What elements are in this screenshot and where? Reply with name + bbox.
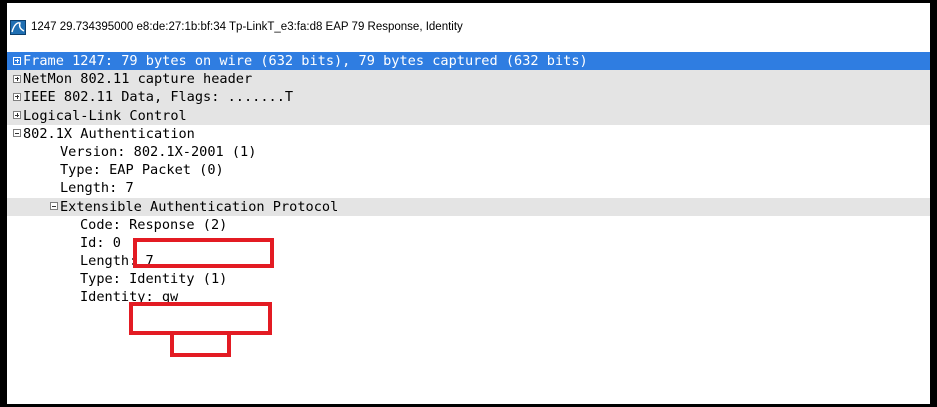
tree-row-netmon-header[interactable]: NetMon 802.11 capture header bbox=[7, 70, 930, 89]
highlight-box-identity bbox=[170, 331, 231, 357]
tree-row-label: Extensible Authentication Protocol bbox=[60, 198, 339, 215]
window-titlebar: 1247 29.734395000 e8:de:27:1b:bf:34 Tp-L… bbox=[7, 16, 930, 38]
tree-row-frame[interactable]: Frame 1247: 79 bytes on wire (632 bits),… bbox=[7, 52, 930, 71]
collapse-minus-icon[interactable] bbox=[13, 129, 21, 138]
frame-border-top bbox=[0, 0, 937, 3]
tree-row-type[interactable]: Type: EAP Packet (0) bbox=[7, 161, 930, 179]
tree-row-label: Type: EAP Packet (0) bbox=[60, 162, 224, 179]
tree-row-label: Id: 0 bbox=[80, 234, 121, 251]
tree-row-label: Code: Response (2) bbox=[80, 216, 228, 233]
tree-row-ieee80211[interactable]: IEEE 802.11 Data, Flags: .......T bbox=[7, 88, 930, 107]
tree-row-label: Length: 7 bbox=[60, 180, 134, 197]
expand-plus-icon[interactable] bbox=[13, 92, 21, 101]
tree-row-eap[interactable]: Extensible Authentication Protocol bbox=[7, 197, 930, 216]
frame-border-right bbox=[930, 0, 937, 407]
window-title: 1247 29.734395000 e8:de:27:1b:bf:34 Tp-L… bbox=[31, 21, 463, 33]
tree-row-8021x[interactable]: 802.1X Authentication bbox=[7, 125, 930, 143]
frame-border-left bbox=[0, 0, 7, 407]
expand-plus-icon[interactable] bbox=[13, 56, 21, 65]
tree-row-label: Frame 1247: 79 bytes on wire (632 bits),… bbox=[23, 53, 588, 69]
tree-row-label: Type: Identity (1) bbox=[80, 271, 228, 288]
tree-row-eap-type[interactable]: Type: Identity (1) bbox=[7, 270, 930, 288]
expand-plus-icon[interactable] bbox=[13, 74, 21, 83]
tree-row-llc[interactable]: Logical-Link Control bbox=[7, 106, 930, 125]
tree-row-label: 802.1X Authentication bbox=[23, 125, 195, 142]
highlight-box-code bbox=[133, 238, 274, 268]
tree-row-label: Logical-Link Control bbox=[23, 107, 187, 124]
collapse-minus-icon[interactable] bbox=[50, 202, 58, 210]
tree-row-label: Version: 802.1X-2001 (1) bbox=[60, 143, 257, 160]
packet-details-tree[interactable]: Frame 1247: 79 bytes on wire (632 bits),… bbox=[7, 52, 930, 307]
wireshark-fin-icon bbox=[10, 19, 26, 35]
tree-row-label: NetMon 802.11 capture header bbox=[23, 71, 253, 88]
tree-row-length[interactable]: Length: 7 bbox=[7, 179, 930, 197]
tree-row-label: IEEE 802.11 Data, Flags: .......T bbox=[23, 89, 294, 106]
tree-row-eap-code[interactable]: Code: Response (2) bbox=[7, 216, 930, 234]
expand-plus-icon[interactable] bbox=[13, 111, 21, 120]
tree-row-version[interactable]: Version: 802.1X-2001 (1) bbox=[7, 143, 930, 161]
